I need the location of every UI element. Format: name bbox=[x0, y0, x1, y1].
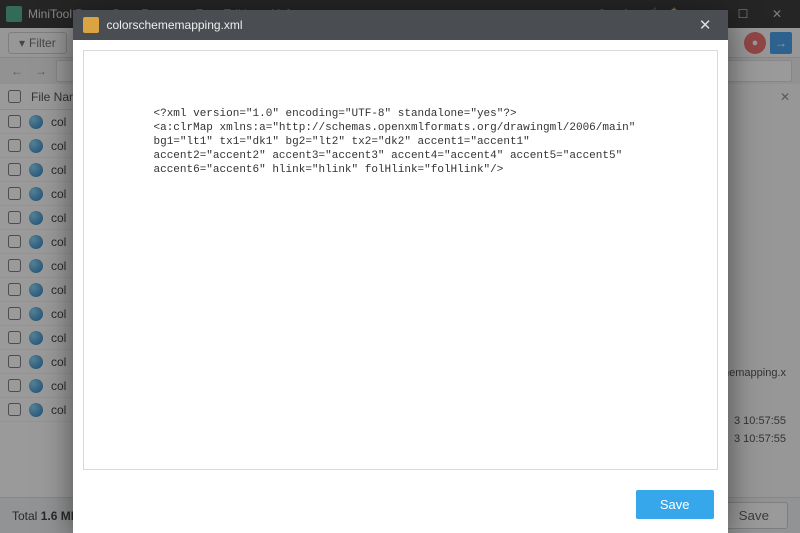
modal-file-icon bbox=[83, 17, 99, 33]
xml-preview-text: <?xml version="1.0" encoding="UTF-8" sta… bbox=[154, 107, 647, 177]
modal-footer: Save bbox=[73, 480, 728, 533]
modal-overlay: colorschememapping.xml ✕ <?xml version="… bbox=[0, 0, 800, 533]
modal-close-icon[interactable]: ✕ bbox=[693, 14, 718, 36]
modal-title-text: colorschememapping.xml bbox=[107, 18, 693, 32]
modal-save-button[interactable]: Save bbox=[636, 490, 714, 519]
preview-modal: colorschememapping.xml ✕ <?xml version="… bbox=[73, 10, 728, 533]
modal-titlebar: colorschememapping.xml ✕ bbox=[73, 10, 728, 40]
modal-content[interactable]: <?xml version="1.0" encoding="UTF-8" sta… bbox=[83, 50, 718, 470]
